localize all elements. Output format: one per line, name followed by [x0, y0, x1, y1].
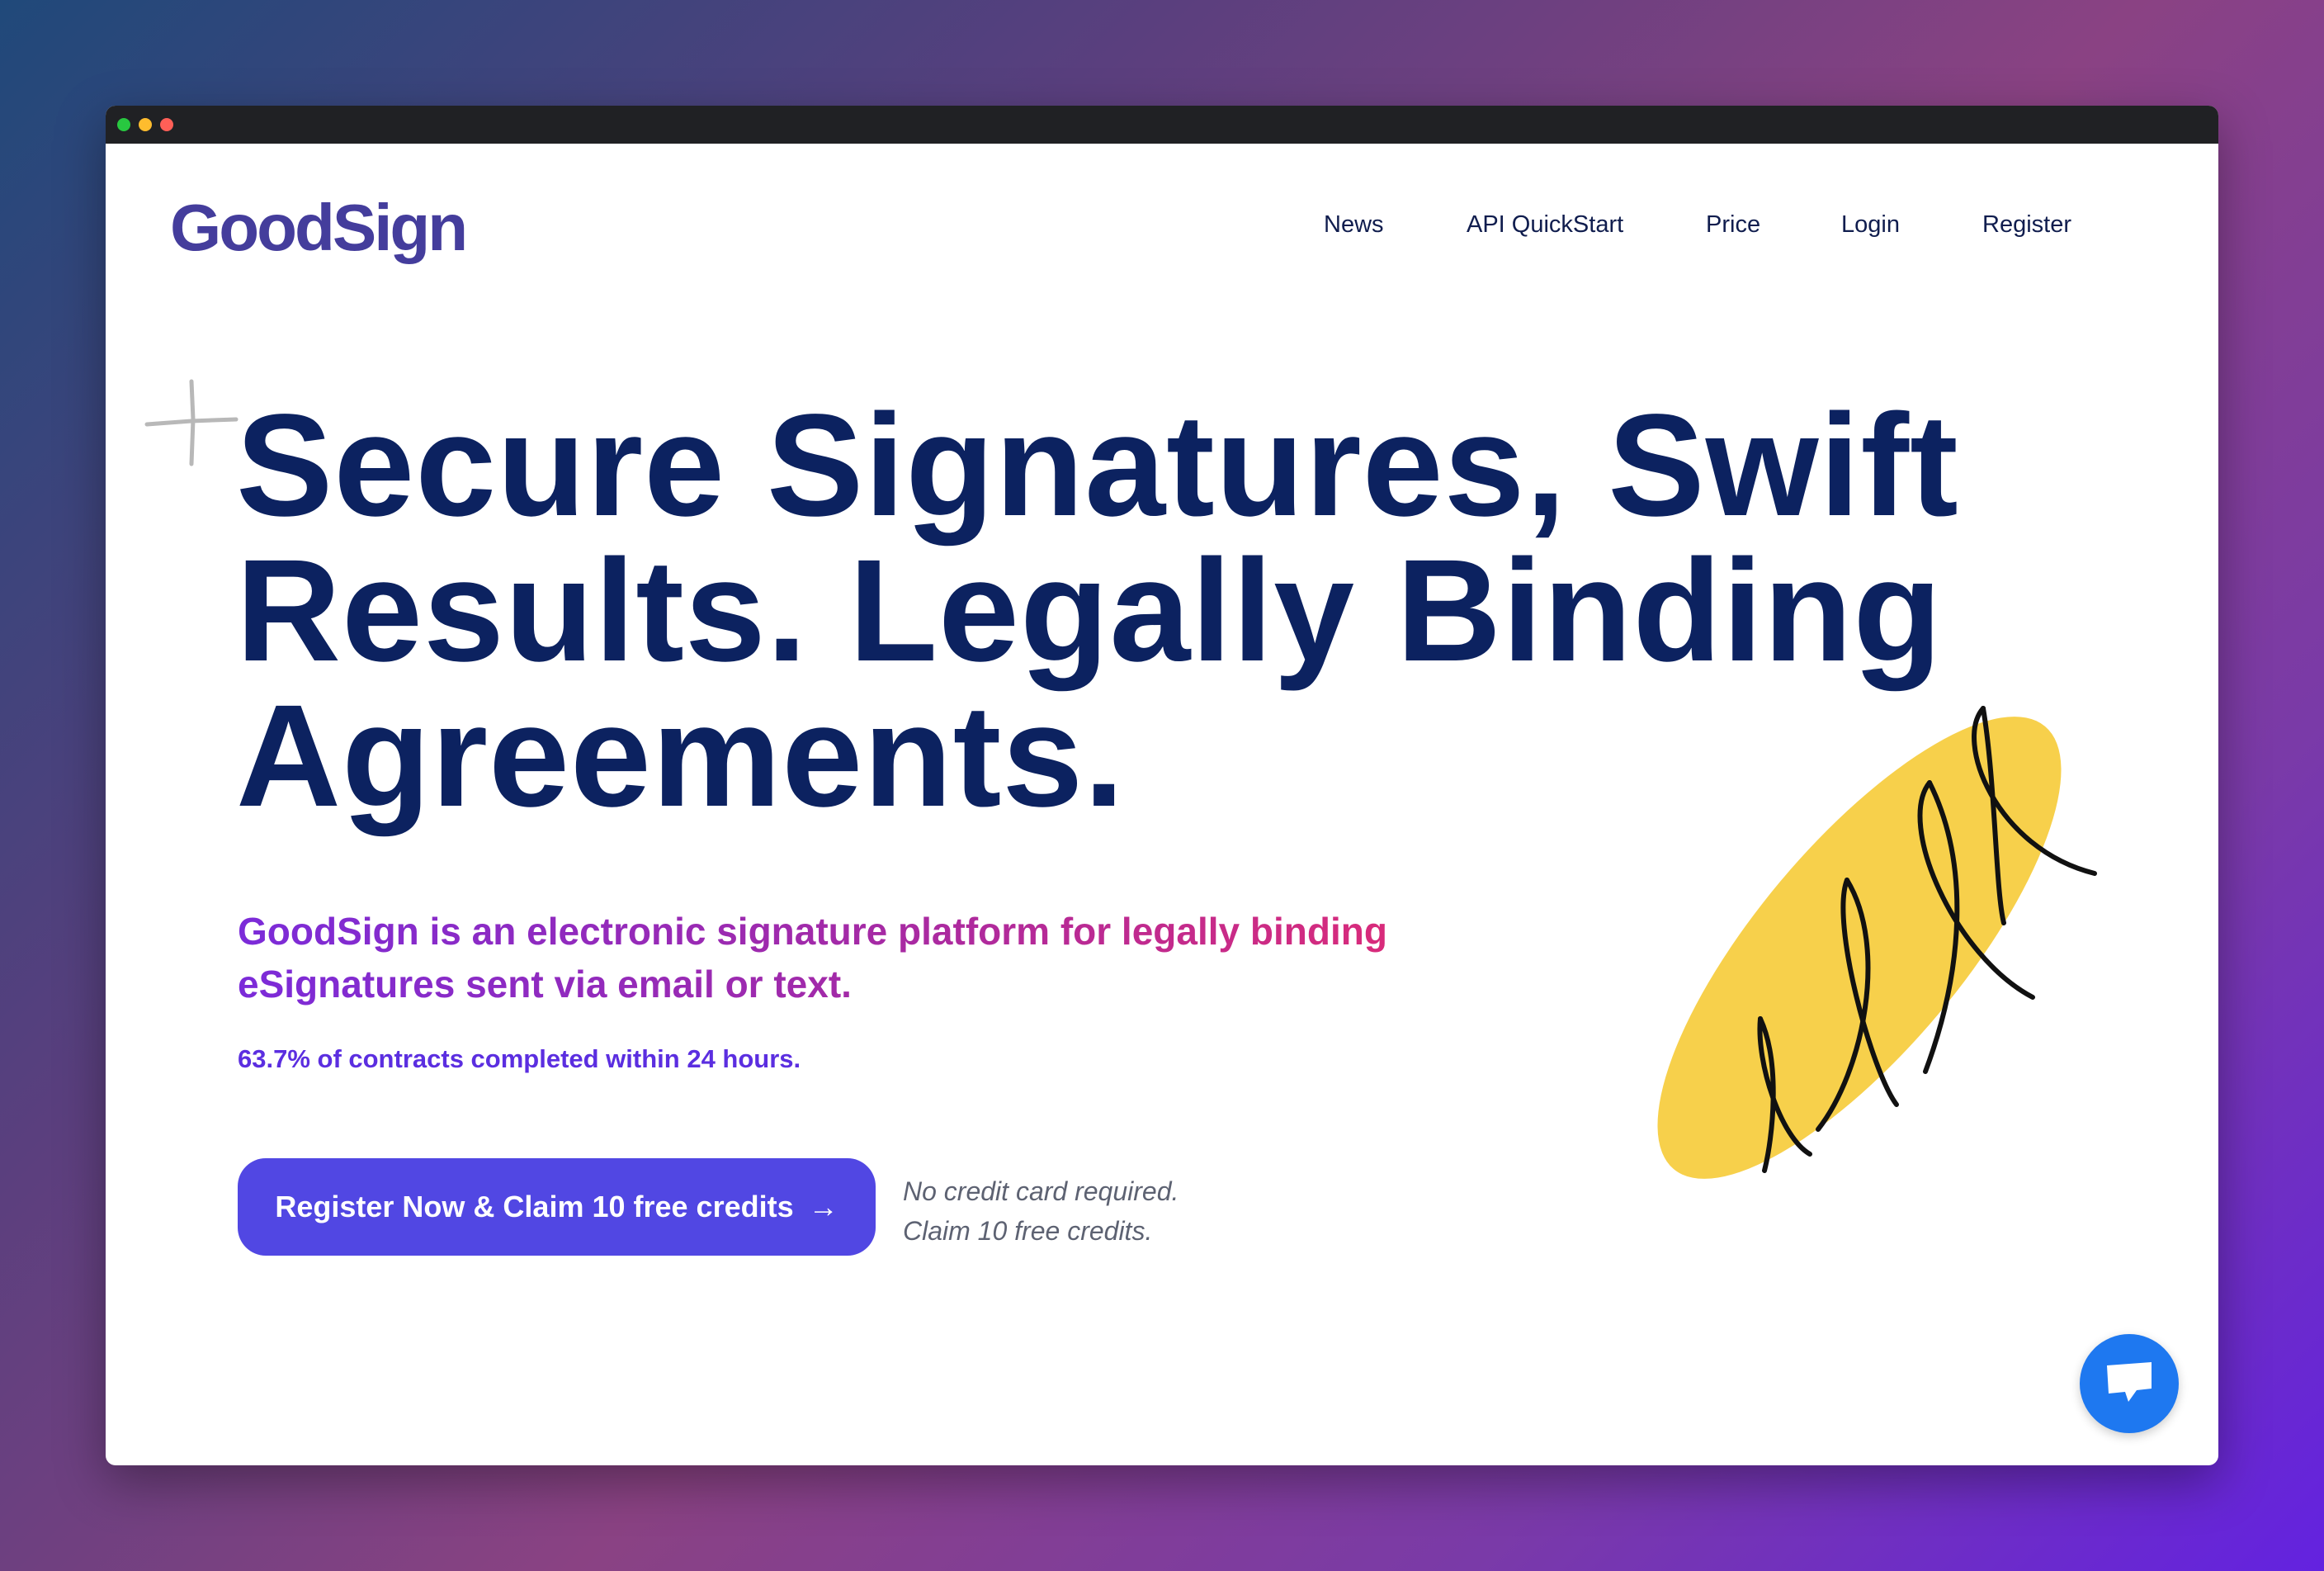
- nav-api-quickstart-link[interactable]: API QuickStart: [1467, 211, 1623, 239]
- hero-subtext: GoodSign is an electronic signature plat…: [238, 905, 1393, 1010]
- cta-note-line-2: Claim 10 free credits.: [903, 1216, 1153, 1246]
- nav-login-link[interactable]: Login: [1841, 211, 1900, 239]
- completion-stat: 63.7% of contracts completed within 24 h…: [238, 1044, 801, 1073]
- window-titlebar: [106, 106, 2218, 144]
- cta-note: No credit card required. Claim 10 free c…: [903, 1171, 1179, 1251]
- chat-bubble-icon: [2107, 1362, 2152, 1402]
- arrow-right-icon: →: [808, 1190, 838, 1223]
- cta-note-line-1: No credit card required.: [903, 1176, 1179, 1206]
- sparkle-icon: [144, 379, 239, 466]
- main-nav: News API QuickStart Price Login Register: [106, 211, 2218, 261]
- window-minimize-button[interactable]: [139, 118, 152, 131]
- register-now-label: Register Now & Claim 10 free credits: [275, 1190, 794, 1223]
- hero-headline: Secure Signatures, Swift Results. Legall…: [236, 385, 1959, 837]
- window-close-button[interactable]: [160, 118, 173, 131]
- browser-window: GoodSign News API QuickStart Price Login…: [106, 106, 2218, 1465]
- register-now-button[interactable]: Register Now & Claim 10 free credits →: [238, 1158, 876, 1256]
- nav-register-link[interactable]: Register: [1982, 211, 2071, 239]
- chat-button[interactable]: [2080, 1334, 2179, 1433]
- nav-news-link[interactable]: News: [1324, 211, 1384, 239]
- window-maximize-button[interactable]: [117, 118, 130, 131]
- nav-price-link[interactable]: Price: [1706, 211, 1760, 239]
